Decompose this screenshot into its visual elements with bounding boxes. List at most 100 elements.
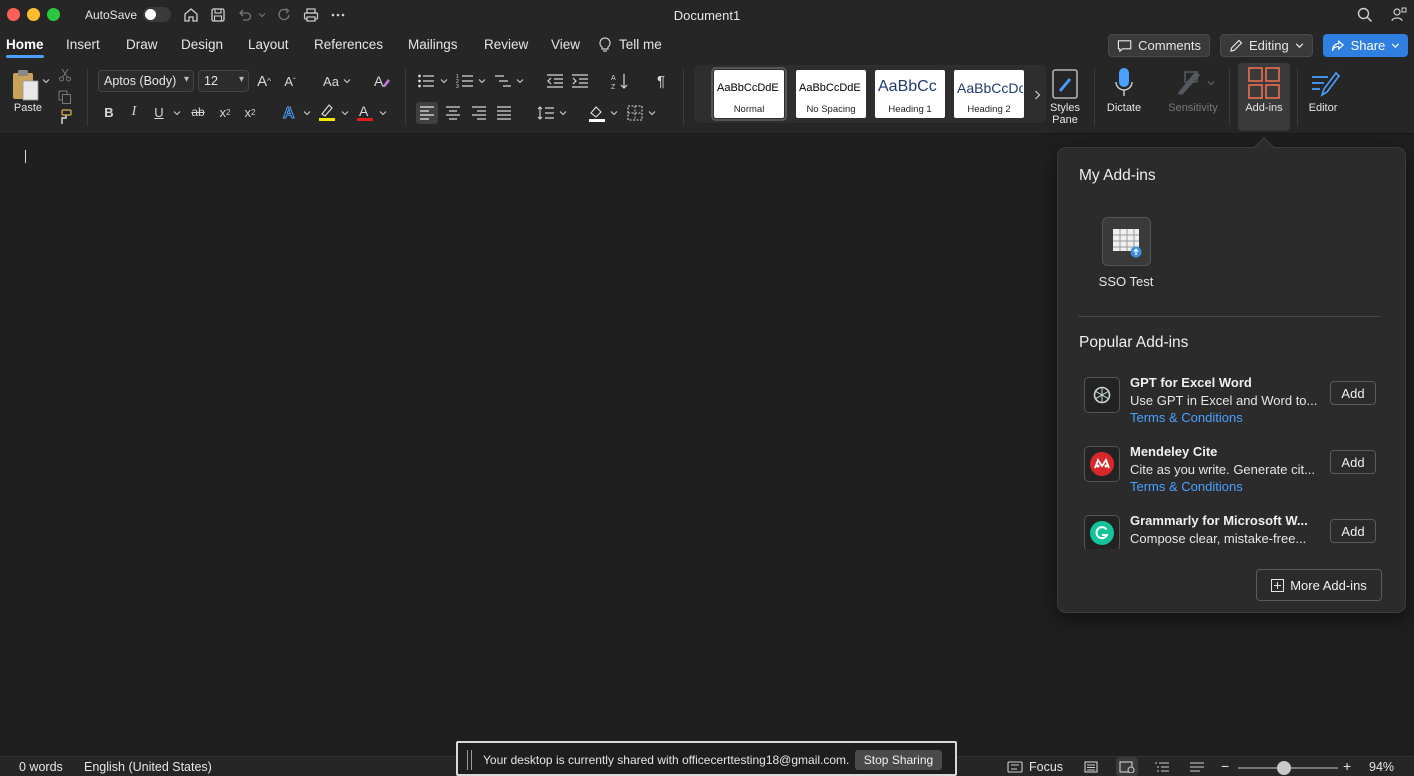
tab-insert[interactable]: Insert — [66, 37, 100, 52]
chevron-down-icon[interactable] — [172, 106, 182, 120]
tab-draw[interactable]: Draw — [126, 37, 158, 52]
tab-view[interactable]: View — [551, 37, 580, 52]
chevron-down-icon[interactable] — [515, 74, 525, 88]
format-painter-icon[interactable] — [56, 108, 74, 126]
zoom-slider-handle[interactable] — [1277, 761, 1291, 775]
font-color-icon[interactable]: A — [355, 101, 375, 123]
tab-mailings[interactable]: Mailings — [408, 37, 458, 52]
zoom-level[interactable]: 94% — [1369, 760, 1394, 774]
chevron-down-icon[interactable] — [378, 106, 388, 120]
print-layout-icon[interactable] — [1083, 761, 1099, 776]
style-heading-2[interactable]: AaBbCcDc Heading 2 — [954, 70, 1024, 118]
font-name-select[interactable]: Aptos (Body) ▾ — [98, 70, 194, 92]
increase-indent-icon[interactable] — [570, 71, 590, 91]
align-right-icon[interactable] — [469, 102, 489, 124]
ribbon-divider — [1297, 68, 1298, 126]
zoom-out-icon[interactable]: − — [1221, 758, 1229, 774]
chevron-down-icon[interactable] — [558, 106, 568, 120]
add-gpt-button[interactable]: Add — [1330, 381, 1376, 405]
editor-icon[interactable] — [1307, 66, 1341, 100]
drag-handle-icon[interactable] — [467, 750, 472, 770]
multilevel-list-icon[interactable] — [493, 71, 513, 91]
style-name: Normal — [733, 104, 765, 115]
highlight-color-icon[interactable] — [317, 101, 337, 123]
borders-icon[interactable] — [624, 102, 646, 124]
tell-me-search[interactable]: Tell me — [619, 37, 662, 52]
tab-references[interactable]: References — [314, 37, 383, 52]
style-no-spacing[interactable]: AaBbCcDdE No Spacing — [796, 70, 866, 118]
terms-link[interactable]: Terms & Conditions — [1130, 479, 1243, 494]
paste-icon[interactable] — [8, 66, 42, 104]
sensitivity-icon[interactable] — [1174, 67, 1204, 99]
show-formatting-marks-icon[interactable]: ¶ — [651, 71, 671, 91]
chevron-down-icon[interactable] — [439, 74, 449, 88]
paste-label: Paste — [13, 102, 43, 114]
zoom-in-icon[interactable]: + — [1343, 758, 1351, 774]
focus-icon[interactable] — [1007, 761, 1023, 776]
superscript-button[interactable]: x2 — [240, 102, 260, 122]
tab-review[interactable]: Review — [484, 37, 528, 52]
strikethrough-button[interactable]: ab — [188, 102, 208, 122]
text-effects-icon[interactable]: A — [280, 101, 300, 123]
sort-icon[interactable]: AZ — [610, 71, 630, 91]
tab-home[interactable]: Home — [6, 37, 44, 58]
editing-mode-button[interactable]: Editing — [1220, 34, 1313, 57]
web-layout-icon[interactable] — [1116, 757, 1138, 776]
sso-test-addin-label[interactable]: SSO Test — [1086, 274, 1166, 289]
add-mendeley-button[interactable]: Add — [1330, 450, 1376, 474]
chevron-down-icon[interactable] — [1206, 76, 1216, 90]
focus-label[interactable]: Focus — [1029, 760, 1063, 774]
tab-design[interactable]: Design — [181, 37, 223, 52]
font-size-select[interactable]: 12 ▾ — [198, 70, 249, 92]
word-count[interactable]: 0 words — [19, 760, 63, 774]
chevron-down-icon[interactable] — [342, 74, 352, 88]
cut-icon[interactable] — [56, 66, 74, 84]
sensitivity-label: Sensitivity — [1168, 102, 1218, 114]
addin-mendeley-cite: Mendeley Cite Cite as you write. Generat… — [1084, 444, 1384, 502]
align-center-icon[interactable] — [443, 102, 463, 124]
chevron-down-icon[interactable] — [340, 106, 350, 120]
grow-font-icon[interactable]: A ^ — [254, 71, 274, 91]
bullets-icon[interactable] — [416, 71, 436, 91]
clear-formatting-icon[interactable]: A — [372, 71, 392, 91]
align-left-icon[interactable] — [416, 102, 438, 124]
chevron-down-icon[interactable] — [647, 106, 657, 120]
chevron-down-icon: ▾ — [183, 74, 189, 85]
terms-link[interactable]: Terms & Conditions — [1130, 410, 1243, 425]
chevron-down-icon[interactable] — [477, 74, 487, 88]
language-indicator[interactable]: English (United States) — [84, 760, 212, 774]
justify-icon[interactable] — [494, 102, 514, 124]
search-icon[interactable] — [1355, 5, 1375, 25]
style-normal[interactable]: AaBbCcDdE Normal — [711, 67, 787, 121]
sso-test-addin-tile[interactable] — [1102, 217, 1151, 266]
style-heading-1[interactable]: AaBbCc Heading 1 — [875, 70, 945, 118]
draft-view-icon[interactable] — [1189, 761, 1205, 776]
share-button[interactable]: Share — [1323, 34, 1408, 57]
change-case-button[interactable]: Aa — [320, 71, 342, 91]
line-spacing-icon[interactable] — [535, 102, 557, 124]
shading-icon[interactable] — [586, 102, 608, 124]
chevron-right-icon[interactable] — [1032, 87, 1042, 103]
italic-button[interactable]: I — [125, 102, 143, 122]
account-icon[interactable] — [1389, 5, 1409, 25]
style-sample: AaBbCc — [878, 78, 937, 95]
chevron-down-icon[interactable] — [609, 106, 619, 120]
bold-button[interactable]: B — [100, 102, 118, 122]
more-addins-button[interactable]: More Add-ins — [1256, 569, 1382, 601]
shrink-font-icon[interactable]: Aˇ — [280, 71, 300, 91]
spreadsheet-upload-icon — [1112, 228, 1141, 257]
comments-button[interactable]: Comments — [1108, 34, 1210, 57]
stop-sharing-button[interactable]: Stop Sharing — [855, 750, 942, 770]
subscript-button[interactable]: x2 — [215, 102, 235, 122]
numbering-icon[interactable]: 123 — [455, 71, 475, 91]
tab-layout[interactable]: Layout — [248, 37, 289, 52]
copy-icon[interactable] — [56, 88, 74, 106]
add-grammarly-button[interactable]: Add — [1330, 519, 1376, 543]
outline-view-icon[interactable] — [1154, 761, 1170, 776]
underline-button[interactable]: U — [150, 102, 168, 122]
styles-pane-icon[interactable] — [1050, 67, 1080, 101]
paste-dropdown-icon[interactable] — [40, 74, 52, 88]
microphone-icon[interactable] — [1110, 66, 1138, 100]
decrease-indent-icon[interactable] — [545, 71, 565, 91]
chevron-down-icon[interactable] — [302, 106, 312, 120]
